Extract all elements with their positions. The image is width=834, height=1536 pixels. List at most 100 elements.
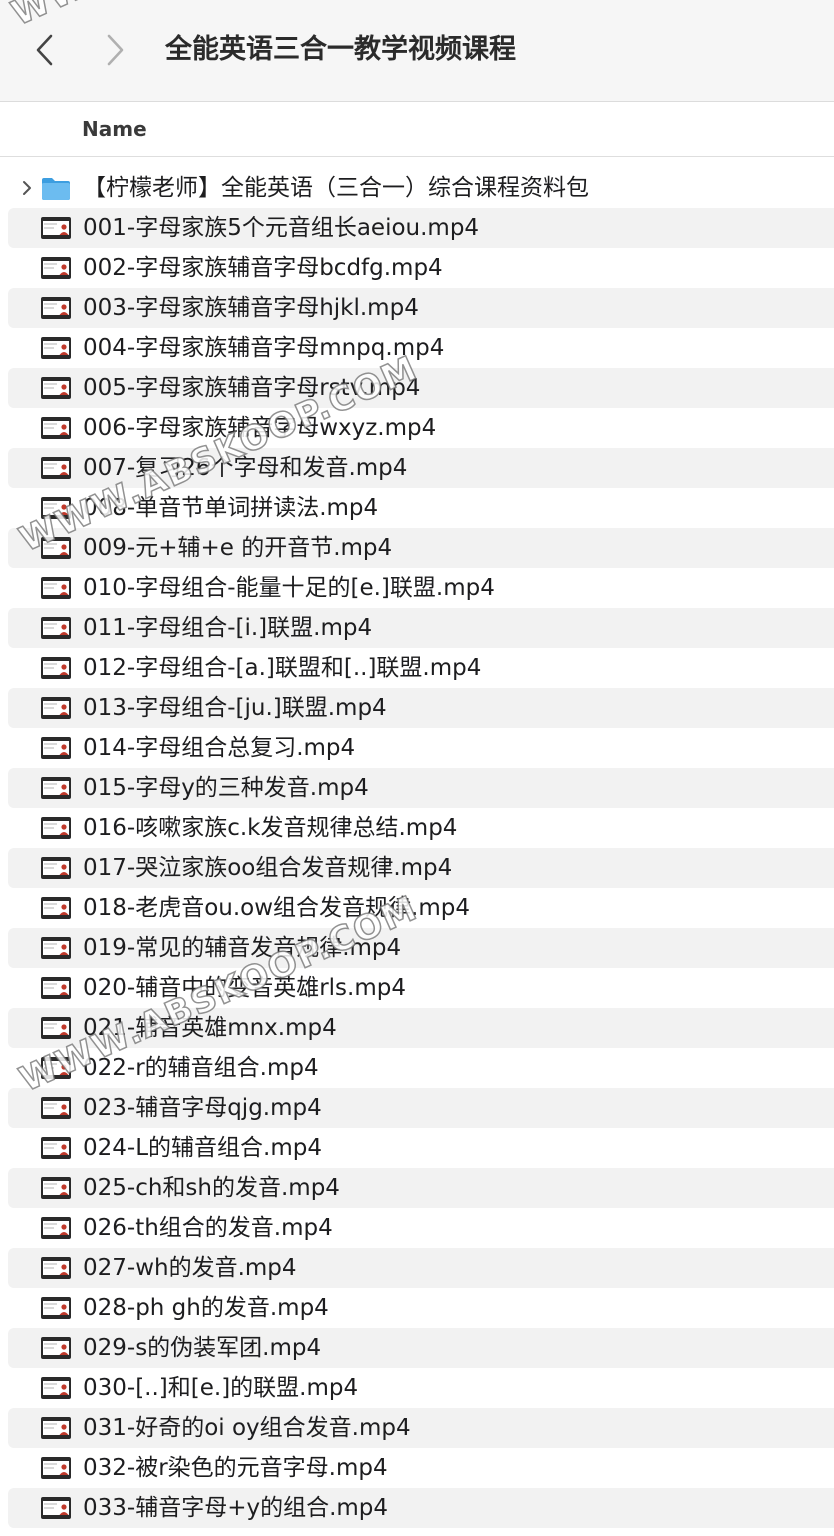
file-row[interactable]: 002-字母家族辅音字母bcdfg.mp4 <box>8 248 834 288</box>
video-file-icon <box>41 537 71 559</box>
file-row[interactable]: 029-s的伪装军团.mp4 <box>8 1328 834 1368</box>
file-row[interactable]: 031-好奇的oi oy组合发音.mp4 <box>8 1408 834 1448</box>
file-row[interactable]: 027-wh的发音.mp4 <box>8 1248 834 1288</box>
file-name: 031-好奇的oi oy组合发音.mp4 <box>83 1415 411 1441</box>
window-title: 全能英语三合一教学视频课程 <box>165 34 516 65</box>
video-file-icon <box>41 337 71 359</box>
file-name: 016-咳嗽家族c.k发音规律总结.mp4 <box>83 815 458 841</box>
file-name: 028-ph gh的发音.mp4 <box>83 1295 329 1321</box>
file-row[interactable]: 022-r的辅音组合.mp4 <box>8 1048 834 1088</box>
file-name: 018-老虎音ou.ow组合发音规律.mp4 <box>83 895 470 921</box>
file-name: 032-被r染色的元音字母.mp4 <box>83 1455 388 1481</box>
video-file-icon <box>41 577 71 599</box>
file-row[interactable]: 014-字母组合总复习.mp4 <box>8 728 834 768</box>
video-file-icon <box>41 657 71 679</box>
file-row[interactable]: 023-辅音字母qjg.mp4 <box>8 1088 834 1128</box>
file-row[interactable]: 028-ph gh的发音.mp4 <box>8 1288 834 1328</box>
video-file-icon <box>41 1057 71 1079</box>
file-name: 027-wh的发音.mp4 <box>83 1255 297 1281</box>
title-bar: 全能英语三合一教学视频课程 <box>0 0 834 102</box>
folder-row[interactable]: 【柠檬老师】全能英语（三合一）综合课程资料包 <box>8 168 834 208</box>
video-file-icon <box>41 1257 71 1279</box>
file-row[interactable]: 010-字母组合-能量十足的[e.]联盟.mp4 <box>8 568 834 608</box>
file-name: 023-辅音字母qjg.mp4 <box>83 1095 322 1121</box>
file-name: 024-L的辅音组合.mp4 <box>83 1135 322 1161</box>
file-row[interactable]: 007-复习26个字母和发音.mp4 <box>8 448 834 488</box>
file-row[interactable]: 004-字母家族辅音字母mnpq.mp4 <box>8 328 834 368</box>
file-name: 019-常见的辅音发音规律.mp4 <box>83 935 402 961</box>
file-row[interactable]: 030-[..]和[e.]的联盟.mp4 <box>8 1368 834 1408</box>
file-row[interactable]: 003-字母家族辅音字母hjkl.mp4 <box>8 288 834 328</box>
file-name: 022-r的辅音组合.mp4 <box>83 1055 319 1081</box>
chevron-right-icon <box>23 181 31 195</box>
video-file-icon <box>41 417 71 439</box>
disclosure-triangle[interactable] <box>20 179 34 197</box>
file-row[interactable]: 033-辅音字母+y的组合.mp4 <box>8 1488 834 1528</box>
file-row[interactable]: 019-常见的辅音发音规律.mp4 <box>8 928 834 968</box>
file-name: 013-字母组合-[ju.]联盟.mp4 <box>83 695 387 721</box>
file-name: 004-字母家族辅音字母mnpq.mp4 <box>83 335 445 361</box>
file-name: 020-辅音中的变音英雄rls.mp4 <box>83 975 406 1001</box>
file-row[interactable]: 026-th组合的发音.mp4 <box>8 1208 834 1248</box>
file-row[interactable]: 020-辅音中的变音英雄rls.mp4 <box>8 968 834 1008</box>
folder-name: 【柠檬老师】全能英语（三合一）综合课程资料包 <box>83 175 589 201</box>
file-row[interactable]: 021-辅音英雄mnx.mp4 <box>8 1008 834 1048</box>
file-name: 007-复习26个字母和发音.mp4 <box>83 455 408 481</box>
file-name: 008-单音节单词拼读法.mp4 <box>83 495 379 521</box>
video-file-icon <box>41 1137 71 1159</box>
video-file-icon <box>41 817 71 839</box>
back-button[interactable] <box>24 28 64 72</box>
video-file-icon <box>41 1177 71 1199</box>
file-row[interactable]: 024-L的辅音组合.mp4 <box>8 1128 834 1168</box>
video-file-icon <box>41 1417 71 1439</box>
file-row[interactable]: 012-字母组合-[a.]联盟和[..]联盟.mp4 <box>8 648 834 688</box>
file-name: 029-s的伪装军团.mp4 <box>83 1335 322 1361</box>
file-row[interactable]: 032-被r染色的元音字母.mp4 <box>8 1448 834 1488</box>
file-row[interactable]: 001-字母家族5个元音组长aeiou.mp4 <box>8 208 834 248</box>
file-name: 033-辅音字母+y的组合.mp4 <box>83 1495 389 1521</box>
file-row[interactable]: 017-哭泣家族oo组合发音规律.mp4 <box>8 848 834 888</box>
video-file-icon <box>41 1217 71 1239</box>
file-row[interactable]: 025-ch和sh的发音.mp4 <box>8 1168 834 1208</box>
video-file-icon <box>41 697 71 719</box>
video-file-icon <box>41 457 71 479</box>
folder-icon <box>42 178 70 200</box>
file-row[interactable]: 018-老虎音ou.ow组合发音规律.mp4 <box>8 888 834 928</box>
video-file-icon <box>41 977 71 999</box>
file-name: 012-字母组合-[a.]联盟和[..]联盟.mp4 <box>83 655 482 681</box>
file-row[interactable]: 013-字母组合-[ju.]联盟.mp4 <box>8 688 834 728</box>
file-name: 017-哭泣家族oo组合发音规律.mp4 <box>83 855 453 881</box>
video-file-icon <box>41 297 71 319</box>
video-file-icon <box>41 217 71 239</box>
file-name: 015-字母y的三种发音.mp4 <box>83 775 369 801</box>
name-column-header[interactable]: Name <box>82 102 147 156</box>
file-name: 002-字母家族辅音字母bcdfg.mp4 <box>83 255 443 281</box>
video-file-icon <box>41 857 71 879</box>
file-name: 009-元+辅+e 的开音节.mp4 <box>83 535 393 561</box>
file-row[interactable]: 015-字母y的三种发音.mp4 <box>8 768 834 808</box>
forward-button[interactable] <box>96 28 136 72</box>
video-file-icon <box>41 1097 71 1119</box>
file-row[interactable]: 011-字母组合-[i.]联盟.mp4 <box>8 608 834 648</box>
file-name: 010-字母组合-能量十足的[e.]联盟.mp4 <box>83 575 495 601</box>
file-name: 003-字母家族辅音字母hjkl.mp4 <box>83 295 419 321</box>
video-file-icon <box>41 937 71 959</box>
file-name: 025-ch和sh的发音.mp4 <box>83 1175 340 1201</box>
file-list: 【柠檬老师】全能英语（三合一）综合课程资料包 001-字母家族5个元音组长aei… <box>0 168 834 1528</box>
file-row[interactable]: 016-咳嗽家族c.k发音规律总结.mp4 <box>8 808 834 848</box>
finder-window: 全能英语三合一教学视频课程 Name 【柠檬老师】全能英语（三合一）综合课程资料… <box>0 0 834 1536</box>
file-row[interactable]: 008-单音节单词拼读法.mp4 <box>8 488 834 528</box>
video-file-icon <box>41 777 71 799</box>
video-file-icon <box>41 897 71 919</box>
file-name: 014-字母组合总复习.mp4 <box>83 735 356 761</box>
video-file-icon <box>41 497 71 519</box>
column-header[interactable]: Name <box>0 102 834 157</box>
file-row[interactable]: 006-字母家族辅音字母wxyz.mp4 <box>8 408 834 448</box>
chevron-right-icon <box>107 34 124 66</box>
file-row[interactable]: 009-元+辅+e 的开音节.mp4 <box>8 528 834 568</box>
video-file-icon <box>41 1297 71 1319</box>
file-row[interactable]: 005-字母家族辅音字母rstv.mp4 <box>8 368 834 408</box>
chevron-left-icon <box>36 34 53 66</box>
file-name: 030-[..]和[e.]的联盟.mp4 <box>83 1375 359 1401</box>
video-file-icon <box>41 257 71 279</box>
